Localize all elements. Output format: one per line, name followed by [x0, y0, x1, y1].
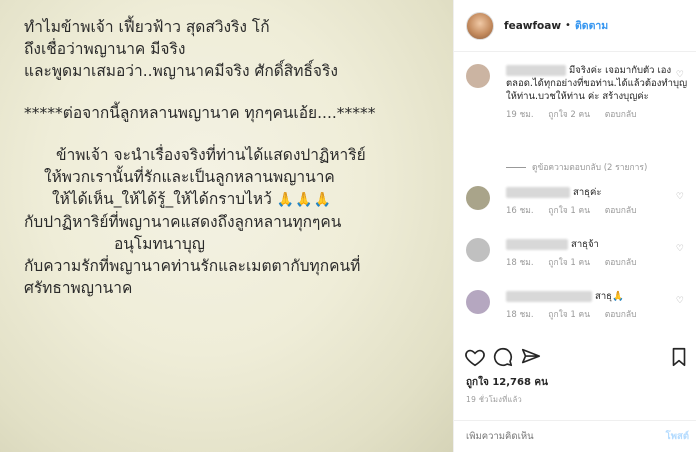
comment-item: สาธุค่ะ 16 ชม. ถูกใจ 1 คน ตอบกลับ ♡ — [466, 186, 688, 218]
instagram-post-view: ทำไมข้าพเจ้า เฟี้ยวฟ้าว สุดสวิงริง โก้ ถ… — [0, 0, 696, 452]
comment-meta: 16 ชม. ถูกใจ 1 คน ตอบกลับ — [506, 205, 688, 218]
avatar[interactable] — [466, 11, 494, 40]
comment-username-blurred[interactable] — [506, 187, 570, 198]
post-image[interactable]: ทำไมข้าพเจ้า เฟี้ยวฟ้าว สุดสวิงริง โก้ ถ… — [0, 0, 453, 452]
comment-text: สาธุค่ะ — [573, 187, 602, 198]
view-replies-label: ดูข้อความตอบกลับ (2 รายการ) — [532, 163, 648, 173]
comment-likes[interactable]: ถูกใจ 1 คน — [548, 258, 590, 268]
bookmark-icon[interactable] — [668, 346, 690, 368]
post-line: ข้าพเจ้า จะนำเรื่องจริงที่ท่านได้แสดงปาฏ… — [56, 146, 366, 164]
comment-avatar[interactable] — [466, 64, 490, 88]
likes-count[interactable]: ถูกใจ 12,768 คน — [466, 375, 548, 390]
post-image-text: ทำไมข้าพเจ้า เฟี้ยวฟ้าว สุดสวิงริง โก้ ถ… — [24, 16, 444, 299]
comment-text: สาธุ🙏 — [595, 291, 624, 302]
comment-username-blurred[interactable] — [506, 65, 566, 76]
comment-likes[interactable]: ถูกใจ 2 คน — [548, 110, 590, 120]
reply-button[interactable]: ตอบกลับ — [605, 258, 637, 268]
share-icon[interactable] — [520, 346, 542, 368]
post-sidebar: feawfoaw • ติดตาม มีจริงค่ะ เจอมากับตัว … — [453, 0, 696, 452]
username-link[interactable]: feawfoaw — [504, 20, 561, 32]
follow-button[interactable]: ติดตาม — [575, 17, 608, 34]
reply-button[interactable]: ตอบกลับ — [605, 110, 637, 120]
view-replies-link[interactable]: ดูข้อความตอบกลับ (2 รายการ) — [506, 160, 647, 174]
comment-likes[interactable]: ถูกใจ 1 คน — [548, 310, 590, 320]
comment-meta: 19 ชม. ถูกใจ 2 คน ตอบกลับ — [506, 109, 688, 122]
replies-line — [506, 166, 526, 168]
comment-avatar[interactable] — [466, 290, 490, 314]
comment-time[interactable]: 18 ชม. — [506, 310, 534, 320]
comment-text: สาธุจ้า — [571, 239, 599, 250]
post-line: *****ต่อจากนี้ลูกหลานพญานาค ทุกๆคนเอ้ย..… — [24, 104, 376, 122]
comment-like-icon[interactable]: ♡ — [676, 192, 684, 202]
reply-button[interactable]: ตอบกลับ — [605, 310, 637, 320]
add-comment-input[interactable] — [466, 431, 646, 442]
comment-body: มีจริงค่ะ เจอมากับตัว เองตลอด.ได้ทุกอย่า… — [506, 64, 688, 122]
comment-avatar[interactable] — [466, 238, 490, 262]
comment-like-icon[interactable]: ♡ — [676, 244, 684, 254]
post-line: กับความรักที่พญานาคท่านรักและเมตตากับทุก… — [24, 257, 361, 275]
comment-body: สาธุ🙏 18 ชม. ถูกใจ 1 คน ตอบกลับ — [506, 290, 688, 322]
add-comment-bar: โพสต์ — [454, 420, 696, 452]
heart-icon[interactable] — [464, 346, 486, 368]
comment-body: สาธุจ้า 18 ชม. ถูกใจ 1 คน ตอบกลับ — [506, 238, 688, 270]
post-line: ให้ได้เห็น_ให้ได้รู้_ให้ได้กราบไหว้ 🙏🙏🙏 — [52, 190, 333, 208]
comment-time[interactable]: 19 ชม. — [506, 110, 534, 120]
action-bar — [464, 346, 690, 370]
comment-meta: 18 ชม. ถูกใจ 1 คน ตอบกลับ — [506, 309, 688, 322]
comment-like-icon[interactable]: ♡ — [676, 70, 684, 80]
post-line: ถึงเชื่อว่าพญานาค มีจริง — [24, 40, 186, 58]
post-line: ทำไมข้าพเจ้า เฟี้ยวฟ้าว สุดสวิงริง โก้ — [24, 18, 270, 36]
comment-item: มีจริงค่ะ เจอมากับตัว เองตลอด.ได้ทุกอย่า… — [466, 64, 688, 122]
post-line: กับปาฏิหาริย์ที่พญานาคแสดงถึงลูกหลานทุกๆ… — [24, 213, 342, 231]
post-line: และพูดมาเสมอว่า..พญานาคมีจริง ศักดิ์สิทธ… — [24, 62, 338, 80]
post-line: ให้พวกเรานั้นที่รักและเป็นลูกหลานพญานาค — [44, 168, 335, 186]
comment-time[interactable]: 18 ชม. — [506, 258, 534, 268]
post-comment-button[interactable]: โพสต์ — [666, 429, 689, 444]
post-header: feawfoaw • ติดตาม — [454, 0, 696, 52]
post-line: ศรัทธาพญานาค — [24, 279, 133, 297]
separator-dot: • — [565, 20, 571, 31]
comment-body: สาธุค่ะ 16 ชม. ถูกใจ 1 คน ตอบกลับ — [506, 186, 688, 218]
comment-avatar[interactable] — [466, 186, 490, 210]
comment-item: สาธุ🙏 18 ชม. ถูกใจ 1 คน ตอบกลับ ♡ — [466, 290, 688, 322]
comment-icon[interactable] — [492, 346, 514, 368]
post-timestamp: 19 ชั่วโมงที่แล้ว — [466, 395, 523, 404]
reply-button[interactable]: ตอบกลับ — [605, 206, 637, 216]
comment-time[interactable]: 16 ชม. — [506, 206, 534, 216]
comment-meta: 18 ชม. ถูกใจ 1 คน ตอบกลับ — [506, 257, 688, 270]
post-line: อนุโมทนาบุญ — [114, 235, 206, 253]
comment-username-blurred[interactable] — [506, 239, 568, 250]
comment-like-icon[interactable]: ♡ — [676, 296, 684, 306]
praying-hands-icon: 🙏🙏🙏 — [276, 192, 333, 208]
comment-likes[interactable]: ถูกใจ 1 คน — [548, 206, 590, 216]
comment-item: สาธุจ้า 18 ชม. ถูกใจ 1 คน ตอบกลับ ♡ — [466, 238, 688, 270]
comment-username-blurred[interactable] — [506, 291, 592, 302]
